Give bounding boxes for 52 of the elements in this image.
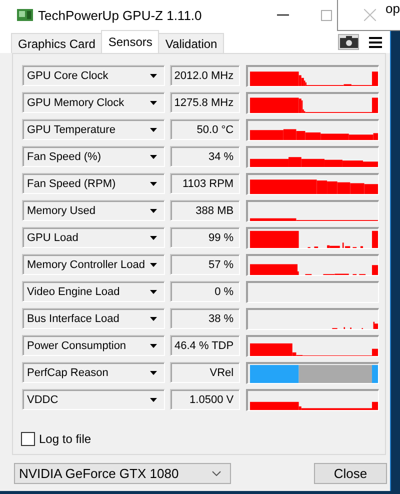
sensor-value: 1103 RPM	[170, 173, 240, 194]
caret-icon	[150, 100, 158, 104]
sensor-dropdown[interactable]: GPU Core Clock	[22, 65, 166, 86]
sensor-value: 34 %	[170, 146, 240, 167]
gpu-select[interactable]: NVIDIA GeForce GTX 1080	[14, 462, 231, 484]
camera-button[interactable]	[338, 34, 359, 50]
sensor-value: 0 %	[170, 281, 240, 302]
sensor-dropdown[interactable]: GPU Temperature	[22, 119, 166, 140]
caret-icon	[150, 236, 158, 240]
window-title: TechPowerUp GPU-Z 1.11.0	[38, 8, 202, 22]
caret-icon	[150, 128, 158, 132]
minimize-icon[interactable]	[277, 14, 289, 16]
sensor-value: VRel	[170, 362, 240, 383]
caret-icon	[150, 316, 158, 320]
sensor-value: 388 MB	[170, 200, 240, 221]
background-window-text: op	[386, 1, 400, 16]
sensor-dropdown[interactable]: Bus Interface Load	[22, 308, 166, 329]
caret-icon	[150, 262, 158, 266]
sensor-value: 1.0500 V	[170, 389, 240, 410]
sensor-value: 38 %	[170, 308, 240, 329]
sensor-dropdown[interactable]: Fan Speed (%)	[22, 146, 166, 167]
caret-icon	[150, 290, 158, 294]
caret-icon	[150, 74, 158, 78]
caret-icon	[150, 182, 158, 186]
sensor-dropdown[interactable]: GPU Memory Clock	[22, 92, 166, 113]
sensor-value: 57 %	[170, 254, 240, 275]
sensor-value: 2012.0 MHz	[170, 65, 240, 86]
sensor-value: 1275.8 MHz	[170, 92, 240, 113]
checkbox[interactable]	[21, 432, 35, 446]
tab[interactable]: Validation	[158, 33, 224, 53]
sensor-dropdown[interactable]: Video Engine Load	[22, 281, 166, 302]
menu-icon[interactable]	[369, 37, 382, 48]
caret-icon	[150, 344, 158, 348]
sensor-dropdown[interactable]: Fan Speed (RPM)	[22, 173, 166, 194]
close-button[interactable]: Close	[314, 462, 387, 484]
sensor-dropdown[interactable]: GPU Load	[22, 227, 166, 248]
caret-icon	[150, 154, 158, 158]
sensor-value: 46.4 % TDP	[170, 335, 240, 356]
chevron-icon	[212, 470, 221, 476]
sensor-dropdown[interactable]: PerfCap Reason	[22, 362, 166, 383]
sensor-value: 50.0 °C	[170, 119, 240, 140]
checkbox-label: Log to file	[39, 432, 92, 446]
caret-icon	[150, 208, 158, 212]
tab[interactable]: Graphics Card	[11, 33, 102, 53]
graphics-card-icon	[17, 9, 33, 21]
sensor-dropdown[interactable]: Memory Controller Load	[22, 254, 166, 275]
caret-icon	[150, 398, 158, 402]
sensor-dropdown[interactable]: Power Consumption	[22, 335, 166, 356]
sensor-dropdown[interactable]: VDDC	[22, 389, 166, 410]
caret-icon	[150, 370, 158, 374]
sensor-value: 99 %	[170, 227, 240, 248]
sensor-dropdown[interactable]: Memory Used	[22, 200, 166, 221]
